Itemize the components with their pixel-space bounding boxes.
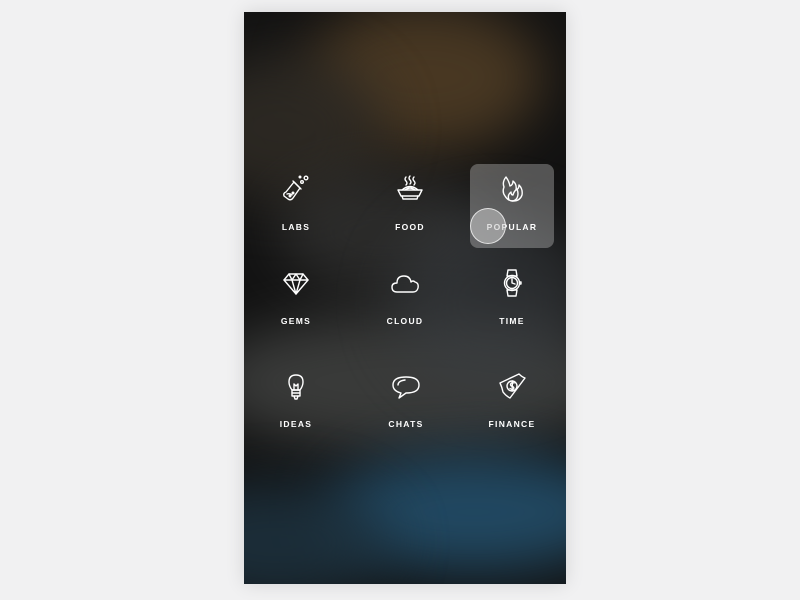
food-bowl-icon (395, 174, 425, 204)
category-label: LABS (281, 222, 311, 232)
category-chats[interactable]: CHATS (364, 361, 448, 445)
category-food[interactable]: FOOD (368, 164, 452, 248)
category-finance[interactable]: FINANCE (470, 361, 554, 445)
watch-icon (497, 268, 527, 298)
category-ideas[interactable]: IDEAS (254, 361, 338, 445)
category-gems[interactable]: GEMS (254, 258, 338, 342)
category-label: CHATS (388, 419, 424, 429)
flame-icon (497, 174, 527, 204)
category-time[interactable]: TIME (470, 258, 554, 342)
category-label: GEMS (280, 316, 312, 326)
category-label: CLOUD (386, 316, 424, 326)
diamond-icon (281, 268, 311, 298)
category-labs[interactable]: LABS (254, 164, 338, 248)
cloud-icon (390, 268, 420, 298)
category-grid: LABS FOOD POPULAR GEMS CLOUD TIME IDEAS … (244, 12, 566, 584)
category-label: FOOD (395, 222, 425, 232)
category-label: IDEAS (279, 419, 313, 429)
lightbulb-icon (281, 371, 311, 401)
category-cloud[interactable]: CLOUD (363, 258, 447, 342)
flask-icon (281, 174, 311, 204)
dollar-bill-icon (497, 371, 527, 401)
category-label: FINANCE (488, 419, 536, 429)
touch-indicator (470, 208, 506, 244)
chat-bubble-icon (391, 371, 421, 401)
category-label: TIME (499, 316, 525, 326)
phone-screen: LABS FOOD POPULAR GEMS CLOUD TIME IDEAS … (244, 12, 566, 584)
